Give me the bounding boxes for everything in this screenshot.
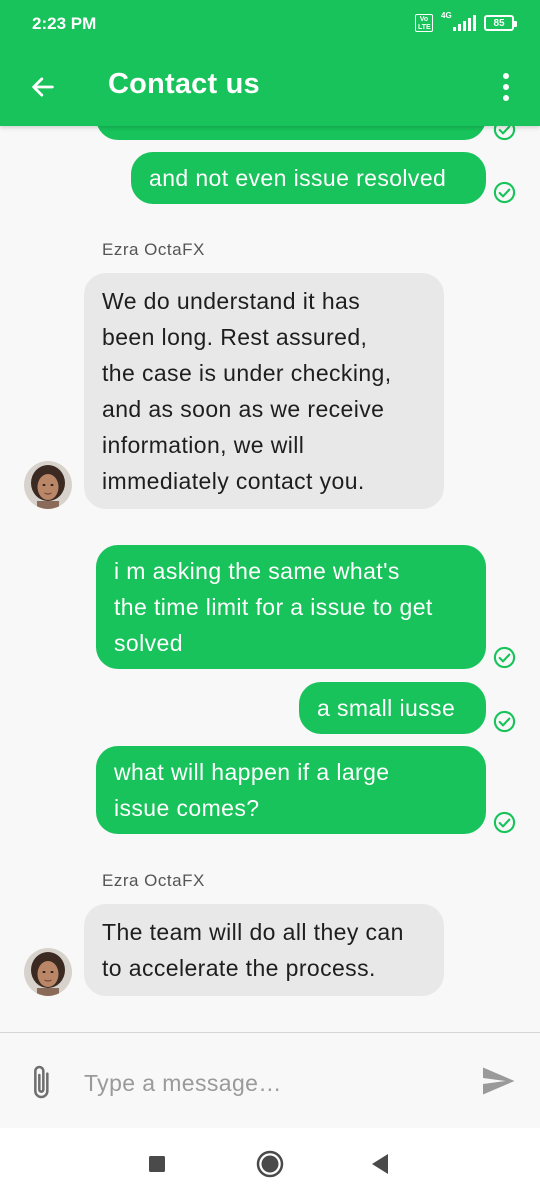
recents-button[interactable] <box>139 1148 175 1180</box>
incoming-message[interactable]: We do understand it has been long. Rest … <box>84 273 444 509</box>
message-line: to accelerate the process. <box>102 955 376 981</box>
message-line: the time limit for a issue to get <box>114 594 433 620</box>
circle-icon <box>256 1150 284 1178</box>
message-line: The team will do all they can <box>102 919 404 945</box>
message-line: the case is under checking, <box>102 360 392 386</box>
agent-avatar[interactable] <box>24 948 72 996</box>
arrow-left-icon <box>32 77 54 97</box>
page-title: Contact us <box>108 68 260 100</box>
outgoing-message[interactable]: what will happen if a large issue comes? <box>96 746 486 834</box>
paperclip-icon[interactable] <box>26 1063 58 1103</box>
send-icon[interactable] <box>480 1063 516 1099</box>
message-line: what will happen if a large <box>114 759 390 785</box>
network-type: 4G <box>441 11 452 20</box>
more-options-button[interactable] <box>486 64 526 110</box>
delivered-check-icon <box>493 646 516 669</box>
system-nav-bar <box>0 1128 540 1200</box>
message-text: a small iusse <box>317 695 456 721</box>
triangle-back-icon <box>372 1154 388 1174</box>
status-time: 2:23 PM <box>32 14 97 33</box>
agent-avatar[interactable] <box>24 461 72 509</box>
status-icons: Vo LTE 4G 85 <box>415 11 517 32</box>
message-text: and not even issue resolved <box>149 165 447 191</box>
message-composer <box>0 1032 540 1128</box>
app-header: 2:23 PM Vo LTE 4G 85 Contact us <box>0 0 540 126</box>
message-line: been long. Rest assured, <box>102 324 368 350</box>
back-button[interactable] <box>20 64 66 110</box>
message-line: and as soon as we receive <box>102 396 385 422</box>
sender-name: Ezra OctaFX <box>102 240 205 259</box>
outgoing-message[interactable]: and not even issue resolved <box>131 152 486 204</box>
delivered-check-icon <box>493 710 516 733</box>
chat-area[interactable]: and not even issue resolved Ezra OctaFX … <box>0 0 540 1032</box>
battery-level: 85 <box>493 17 505 29</box>
message-line: solved <box>114 630 183 656</box>
status-bar: 2:23 PM Vo LTE 4G 85 <box>0 0 540 50</box>
volte-icon: Vo LTE <box>415 14 433 32</box>
message-input[interactable] <box>84 1063 454 1103</box>
nav-back-button[interactable] <box>362 1148 398 1180</box>
square-icon <box>149 1156 165 1172</box>
message-line: i m asking the same what's <box>114 558 400 584</box>
more-vertical-icon <box>503 73 509 79</box>
battery-icon: 85 <box>484 15 517 31</box>
home-button[interactable] <box>252 1148 288 1180</box>
delivered-check-icon <box>493 811 516 834</box>
message-line: immediately contact you. <box>102 468 365 494</box>
outgoing-message[interactable]: i m asking the same what's the time limi… <box>96 545 486 669</box>
message-line: information, we will <box>102 432 305 458</box>
sender-name: Ezra OctaFX <box>102 871 205 890</box>
message-line: issue comes? <box>114 795 260 821</box>
incoming-message[interactable]: The team will do all they can to acceler… <box>84 904 444 996</box>
signal-icon: 4G <box>441 11 476 31</box>
delivered-check-icon <box>493 181 516 204</box>
outgoing-message[interactable]: a small iusse <box>299 682 486 734</box>
message-line: We do understand it has <box>102 288 361 314</box>
app-bar: Contact us <box>0 50 540 126</box>
